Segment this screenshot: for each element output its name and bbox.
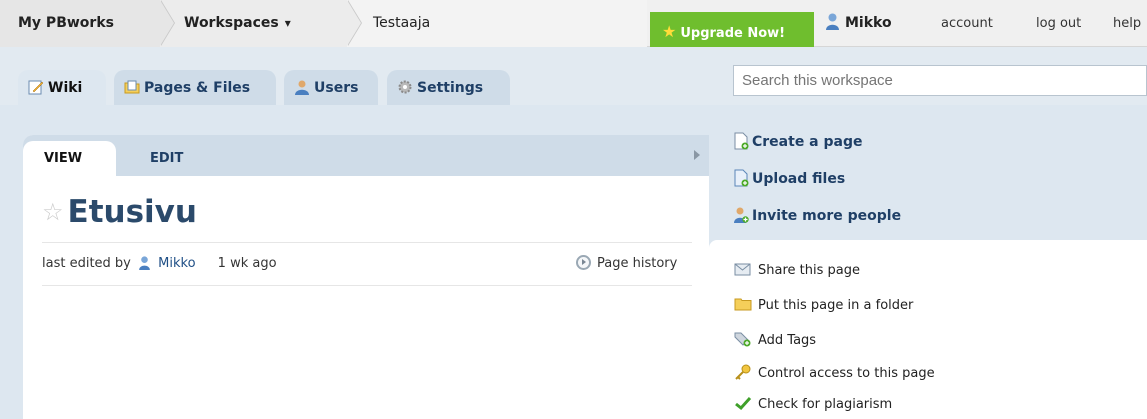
workspaces-label: Workspaces: [184, 15, 279, 31]
page-title: ☆ Etusivu: [42, 188, 197, 236]
breadcrumb-separator: [347, 0, 361, 46]
user-menu[interactable]: Mikko: [826, 0, 892, 47]
page-history-label: Page history: [597, 256, 678, 271]
chevron-down-icon: ▾: [284, 16, 291, 30]
account-link[interactable]: account: [941, 0, 993, 47]
page-meta: last edited by Mikko 1 wk ago: [42, 255, 277, 273]
share-page-label: Share this page: [758, 263, 860, 278]
tag-add-icon: [734, 332, 751, 347]
edited-time: 1 wk ago: [217, 256, 277, 271]
user-name: Mikko: [845, 15, 892, 31]
tab-wiki-label: Wiki: [48, 80, 83, 96]
key-icon: [735, 364, 751, 380]
upload-icon: [734, 169, 749, 187]
tab-view[interactable]: VIEW: [23, 141, 116, 176]
gear-icon: [398, 80, 412, 94]
tab-users-label: Users: [314, 80, 359, 96]
divider: [42, 285, 692, 286]
new-page-icon: [734, 132, 749, 150]
collapse-arrow-icon[interactable]: [694, 150, 700, 160]
star-icon: ★: [662, 22, 677, 41]
breadcrumb-separator: [160, 0, 174, 46]
create-page-label: Create a page: [752, 134, 863, 150]
last-edited-label: last edited by: [42, 256, 131, 271]
logout-link[interactable]: log out: [1036, 0, 1081, 47]
user-icon: [826, 13, 839, 30]
tab-edit[interactable]: EDIT: [150, 141, 183, 176]
view-edit-tabs: [23, 135, 709, 176]
invite-people-link[interactable]: Invite more people: [733, 204, 901, 228]
help-link[interactable]: help: [1113, 0, 1141, 47]
home-link-label: My PBworks: [18, 15, 114, 31]
upload-files-link[interactable]: Upload files: [733, 167, 845, 191]
share-page-link[interactable]: Share this page: [734, 261, 860, 281]
users-icon: [295, 80, 309, 95]
checkmark-icon: [735, 396, 752, 411]
history-clock-icon: [576, 255, 591, 270]
tab-settings[interactable]: Settings: [387, 70, 510, 105]
workspaces-menu[interactable]: Workspaces ▾: [160, 0, 347, 47]
upgrade-label: Upgrade Now!: [680, 26, 786, 41]
control-access-link[interactable]: Control access to this page: [734, 364, 935, 384]
user-icon: [139, 256, 150, 270]
put-in-folder-link[interactable]: Put this page in a folder: [734, 296, 913, 316]
add-tags-link[interactable]: Add Tags: [734, 331, 816, 351]
folder-page-icon: [124, 80, 140, 94]
wiki-edit-icon: [28, 80, 44, 95]
tab-pages-files[interactable]: Pages & Files: [114, 70, 276, 105]
divider: [42, 242, 692, 243]
tab-wiki[interactable]: Wiki: [18, 70, 106, 105]
page-panel: [23, 135, 709, 419]
upload-files-label: Upload files: [752, 171, 846, 187]
top-bar: My PBworks Workspaces ▾ Testaaja ★ Upgrade…: [0, 0, 1147, 47]
favorite-star-icon[interactable]: ☆: [42, 198, 64, 226]
upgrade-button[interactable]: ★ Upgrade Now!: [650, 12, 814, 47]
put-in-folder-label: Put this page in a folder: [758, 298, 914, 313]
check-plagiarism-link[interactable]: Check for plagiarism: [734, 395, 892, 415]
tab-pages-files-label: Pages & Files: [144, 80, 251, 96]
breadcrumb-home[interactable]: My PBworks: [0, 0, 160, 47]
control-access-label: Control access to this page: [758, 366, 935, 381]
invite-users-icon: [734, 207, 749, 223]
page-history-link[interactable]: Page history: [576, 255, 677, 273]
tab-users[interactable]: Users: [284, 70, 378, 105]
tab-settings-label: Settings: [417, 80, 484, 96]
invite-people-label: Invite more people: [752, 208, 902, 224]
breadcrumb-workspace[interactable]: Testaaja: [347, 0, 647, 47]
share-envelope-icon: [734, 263, 751, 276]
page-title-text: Etusivu: [67, 194, 197, 230]
add-tags-label: Add Tags: [758, 333, 817, 348]
search-input[interactable]: [733, 65, 1147, 96]
check-plagiarism-label: Check for plagiarism: [758, 397, 893, 412]
folder-icon: [734, 298, 752, 311]
workspace-name: Testaaja: [373, 15, 431, 31]
create-page-link[interactable]: Create a page: [733, 130, 863, 154]
editor-link[interactable]: Mikko: [158, 256, 195, 271]
